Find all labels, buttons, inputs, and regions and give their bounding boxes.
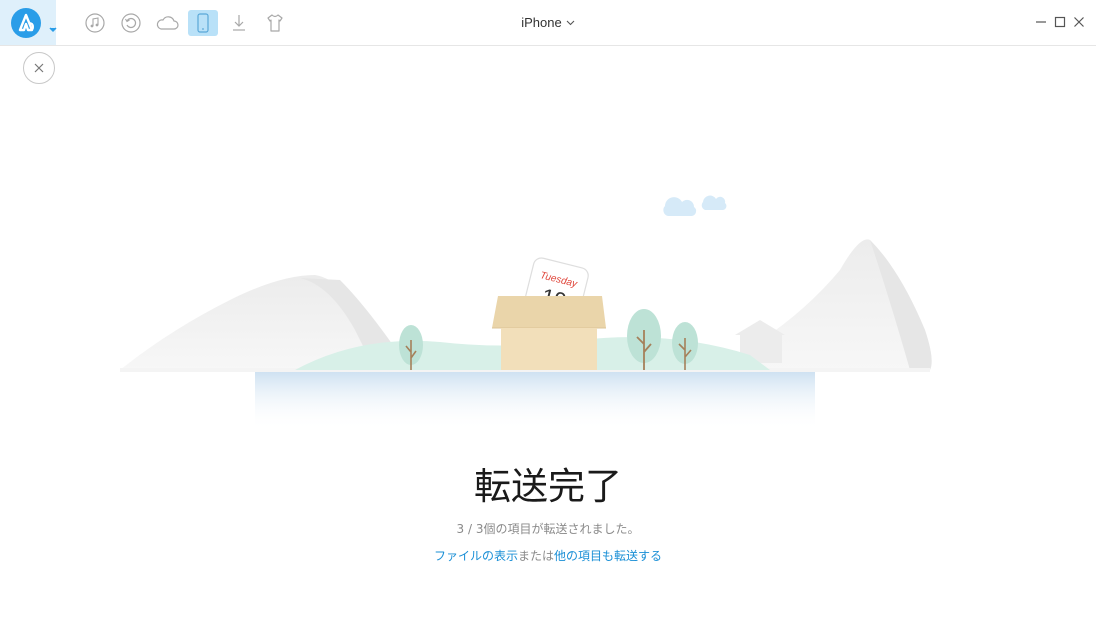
app-logo-button[interactable]: [0, 0, 58, 45]
device-selector[interactable]: iPhone: [521, 15, 575, 30]
restore-icon[interactable]: [116, 10, 146, 36]
minimize-button[interactable]: [1033, 14, 1049, 30]
close-icon: [34, 63, 44, 73]
transfer-more-link[interactable]: 他の項目も転送する: [554, 549, 662, 563]
app-logo-icon: [11, 8, 41, 38]
maximize-button[interactable]: [1052, 14, 1068, 30]
title-bar: iPhone: [0, 0, 1096, 46]
device-name: iPhone: [521, 15, 562, 30]
or-text: または: [517, 549, 554, 563]
phone-icon[interactable]: [188, 10, 218, 36]
cloud-icon: [663, 195, 727, 216]
close-window-button[interactable]: [1071, 14, 1087, 30]
download-icon[interactable]: [224, 10, 254, 36]
box-icon: [492, 296, 606, 370]
music-icon[interactable]: [80, 10, 110, 36]
close-panel-button[interactable]: [23, 52, 55, 84]
cloud-icon[interactable]: [152, 10, 182, 36]
result-links: ファイルの表示または他の項目も転送する: [0, 547, 1096, 564]
chevron-down-icon[interactable]: [48, 19, 58, 38]
chevron-down-icon: [566, 20, 575, 25]
view-files-link[interactable]: ファイルの表示: [434, 549, 518, 563]
transfer-complete-title: 転送完了: [474, 465, 622, 508]
tshirt-icon[interactable]: [260, 10, 290, 36]
transfer-complete-illustration: Tuesday 19: [120, 195, 932, 430]
transfer-summary: 3 / 3個の項目が転送されました。: [456, 522, 640, 536]
